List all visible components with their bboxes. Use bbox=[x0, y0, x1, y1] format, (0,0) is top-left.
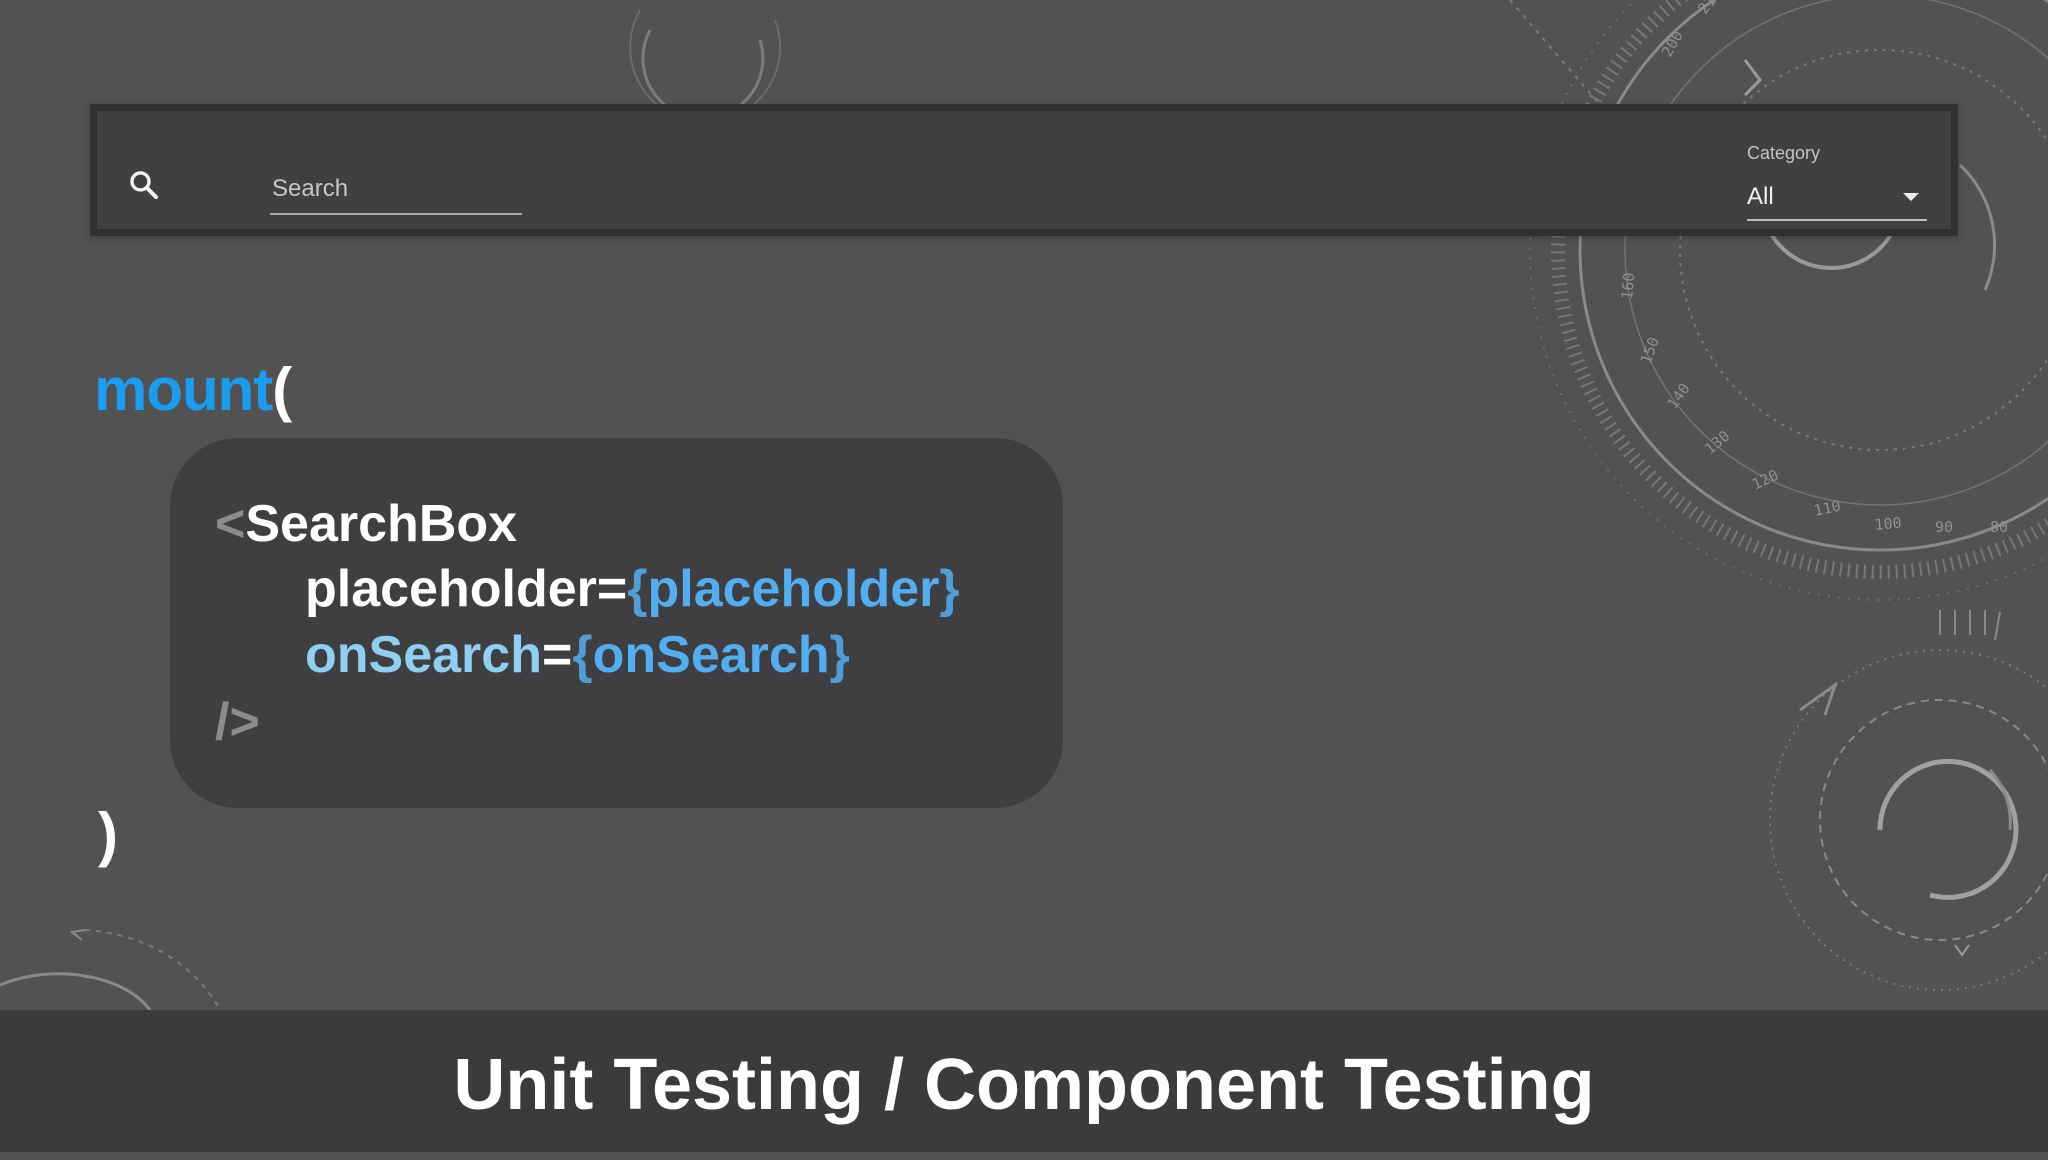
svg-text:80: 80 bbox=[1990, 518, 2008, 536]
ring-decoration bbox=[0, 929, 221, 1011]
dial-decoration bbox=[1509, 0, 2048, 601]
code-open-paren: ( bbox=[272, 356, 292, 423]
ring-decoration bbox=[1769, 610, 2048, 991]
category-select[interactable]: All bbox=[1747, 177, 1927, 221]
search-input[interactable] bbox=[270, 169, 524, 209]
code-prop-name: onSearch bbox=[305, 626, 542, 684]
chevron-down-icon[interactable] bbox=[1903, 193, 1919, 201]
code-brace: { bbox=[627, 560, 648, 618]
svg-text:160: 160 bbox=[1618, 272, 1638, 301]
dial-numbers: 200 210 160 150 140 130 120 110 100 90 8… bbox=[1618, 0, 2008, 536]
search-field bbox=[270, 169, 524, 215]
code-equals: = bbox=[541, 626, 573, 684]
code-component-name: SearchBox bbox=[245, 495, 518, 553]
code-brace: { bbox=[572, 626, 593, 684]
code-tag-close-line: /> bbox=[215, 692, 260, 752]
code-equals: = bbox=[596, 560, 628, 618]
code-angle-bracket: < bbox=[215, 495, 246, 553]
code-brace: } bbox=[829, 626, 850, 684]
code-prop-line: placeholder={placeholder} bbox=[305, 559, 960, 619]
category-label: Category bbox=[1747, 143, 1821, 163]
svg-text:110: 110 bbox=[1812, 497, 1842, 520]
code-self-closing-tag: /> bbox=[215, 693, 260, 751]
svg-text:130: 130 bbox=[1701, 427, 1733, 458]
code-close-paren: ) bbox=[98, 801, 118, 868]
code-prop-value: placeholder bbox=[647, 560, 940, 618]
svg-text:120: 120 bbox=[1749, 466, 1781, 494]
code-brace: } bbox=[939, 560, 960, 618]
category-field: Category All bbox=[1747, 137, 1927, 221]
svg-text:210: 210 bbox=[1694, 0, 1725, 18]
svg-text:100: 100 bbox=[1874, 514, 1903, 534]
svg-text:140: 140 bbox=[1664, 380, 1694, 413]
search-app-bar: Category All bbox=[90, 104, 1958, 236]
slide-title: Unit Testing / Component Testing bbox=[453, 1045, 1595, 1125]
svg-text:200: 200 bbox=[1658, 28, 1687, 60]
code-prop-value: onSearch bbox=[592, 626, 830, 684]
code-function-name: mount bbox=[94, 356, 273, 423]
search-icon[interactable] bbox=[127, 168, 161, 202]
code-prop-line: onSearch={onSearch} bbox=[305, 625, 850, 685]
footer-bar: Unit Testing / Component Testing bbox=[0, 1010, 2048, 1152]
svg-text:90: 90 bbox=[1935, 518, 1953, 536]
code-prop-name: placeholder bbox=[305, 560, 597, 618]
category-selected-value: All bbox=[1747, 183, 1774, 210]
code-mount-line: mount( bbox=[94, 355, 292, 424]
code-tag-open-line: <SearchBox bbox=[215, 494, 517, 554]
